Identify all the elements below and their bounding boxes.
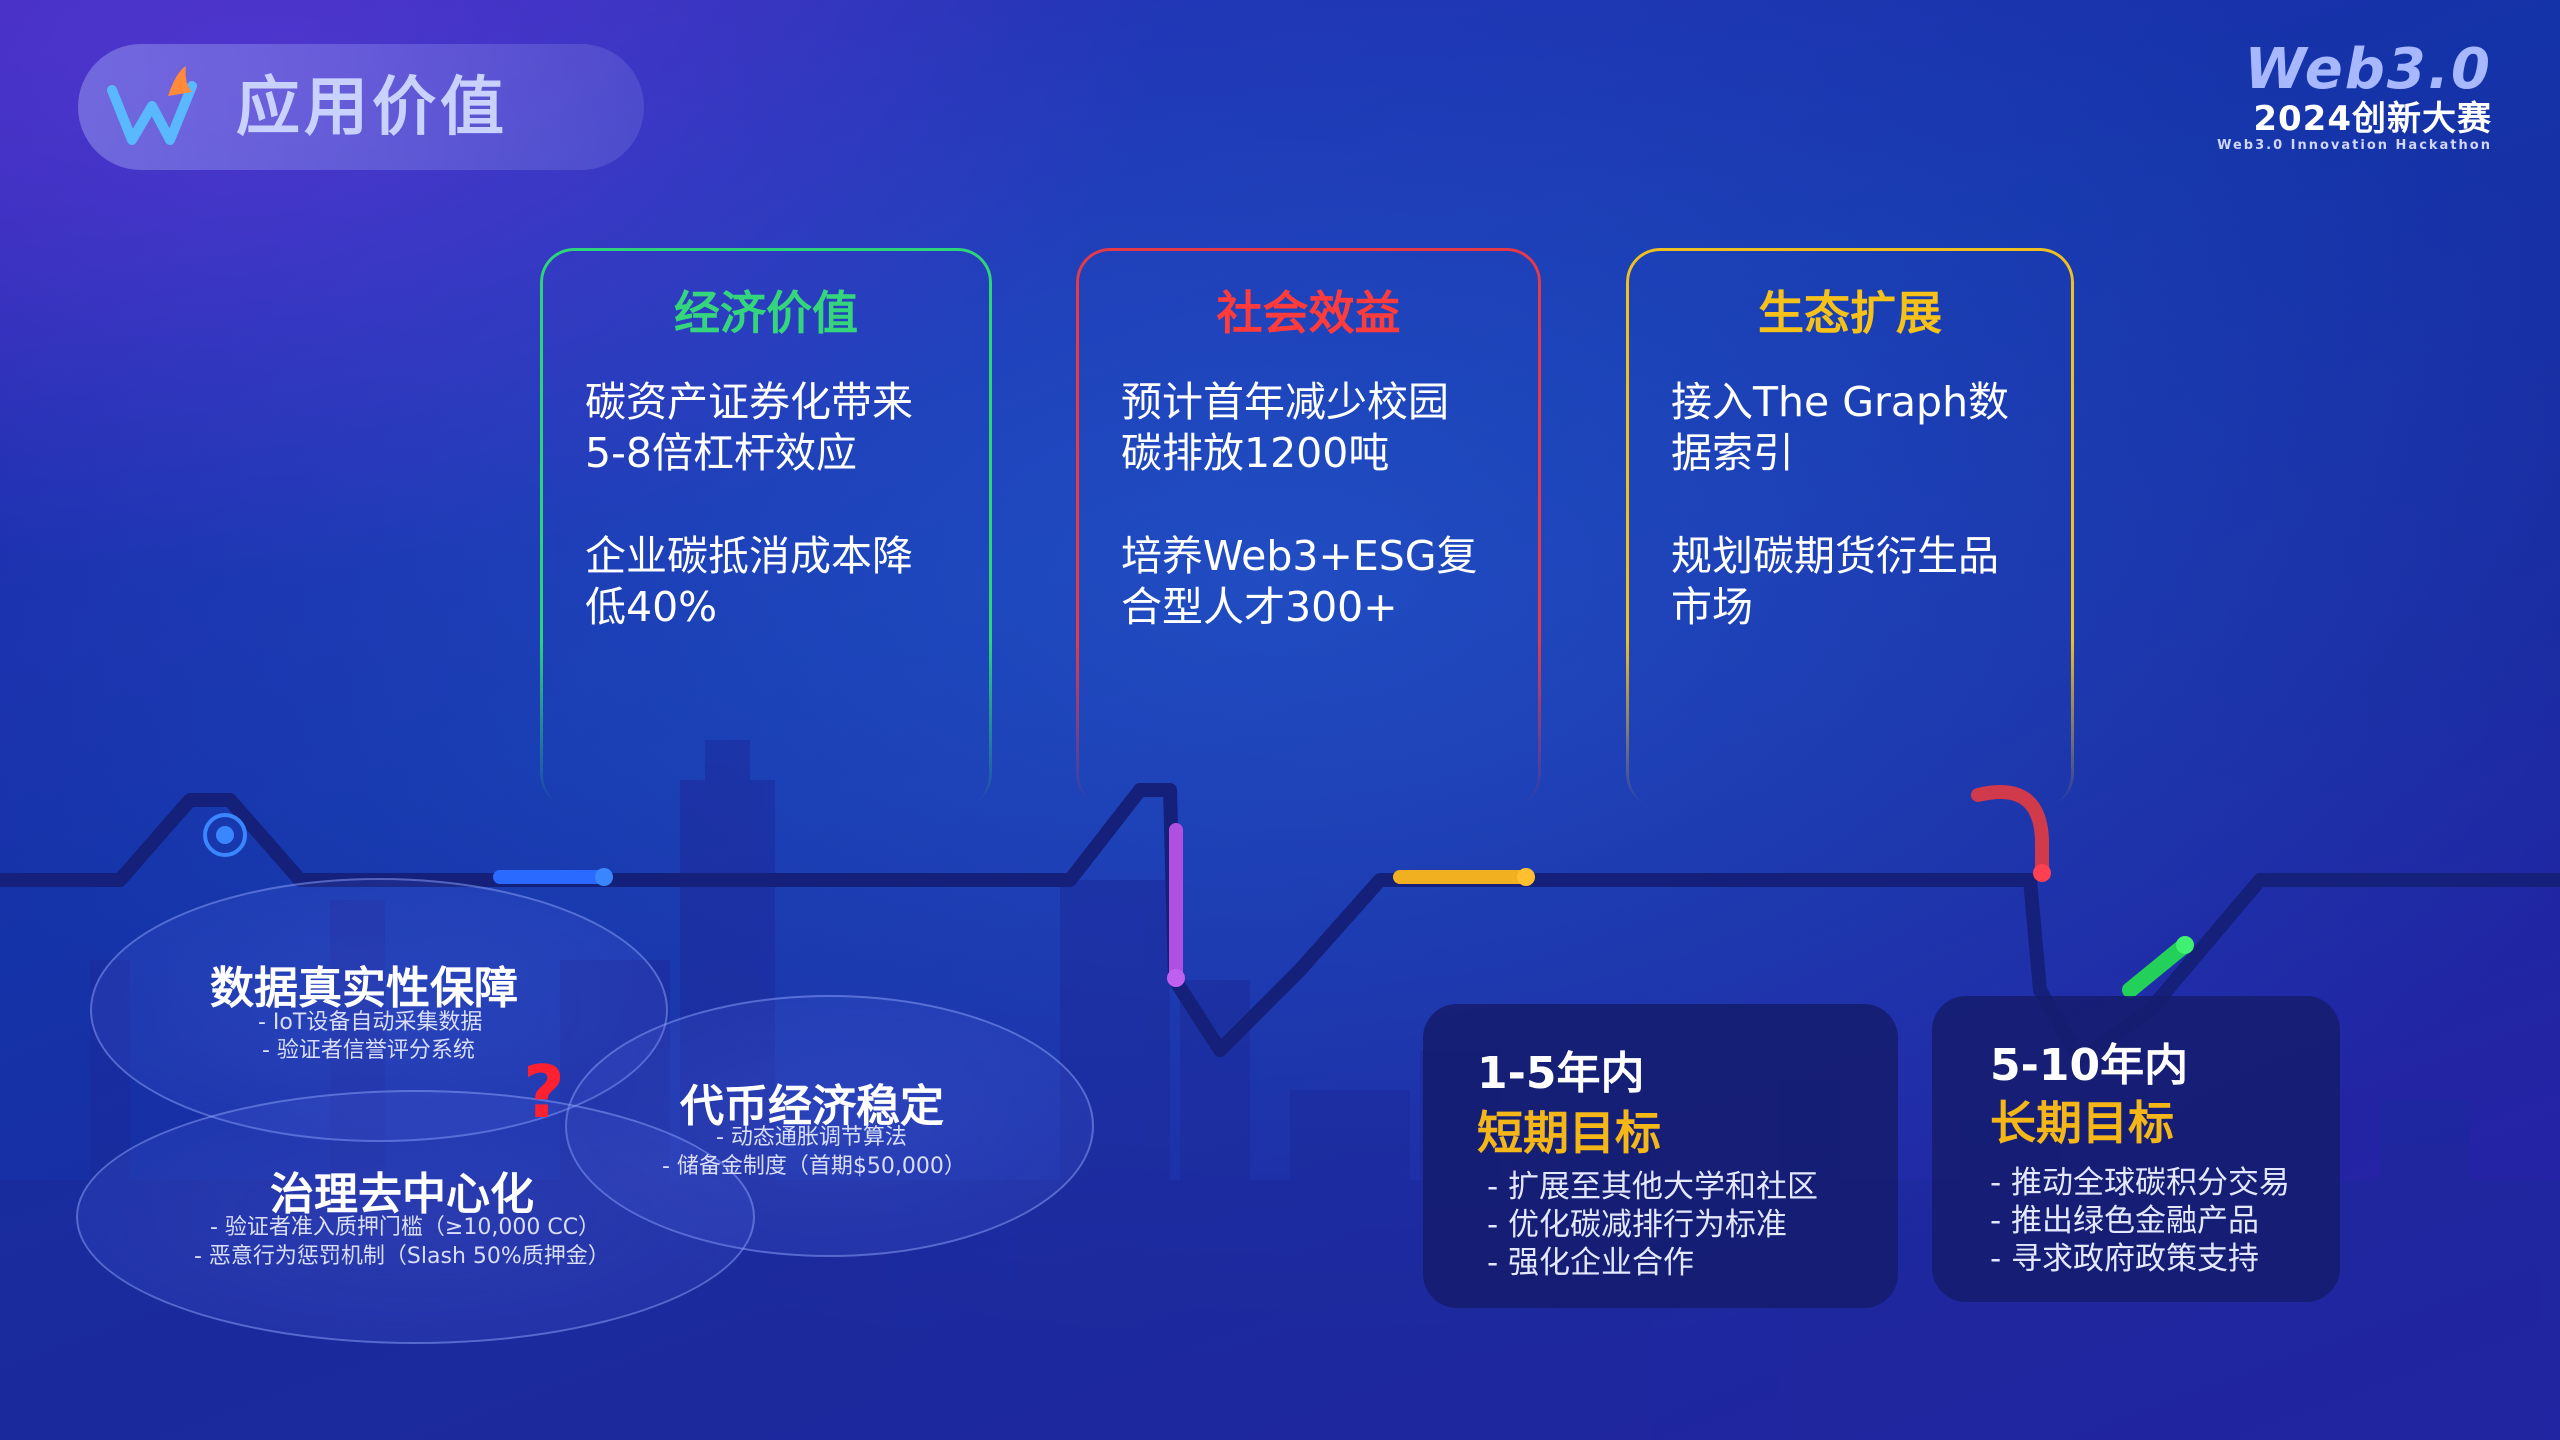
brand-year-line: 2024创新大赛 — [2253, 99, 2492, 139]
risk-title: 治理去中心化 — [270, 1169, 534, 1220]
section-title-pill: 应用价值 — [78, 44, 644, 170]
risk-item: - 储备金制度（首期$50,000） — [662, 1154, 966, 1179]
card-ecosystem-expansion: 生态扩展 接入The Graph数 据索引 规划碳期货衍生品 市场 — [1626, 248, 2074, 808]
goal-item: - 优化碳减排行为标准 — [1487, 1207, 1788, 1243]
goal-short-term: 1-5年内 短期目标 - 扩展至其他大学和社区 - 优化碳减排行为标准 - 强化… — [1423, 1004, 1898, 1308]
card-social-benefit: 社会效益 预计首年减少校园 碳排放1200吨 培养Web3+ESG复 合型人才300… — [1076, 248, 1541, 808]
card-text: 预计首年减少校园 碳排放1200吨 — [1121, 378, 1449, 477]
card-title: 经济价值 — [674, 286, 858, 340]
risk-item: - IoT设备自动采集数据 — [258, 1010, 483, 1035]
card-text: 接入The Graph数 据索引 — [1671, 378, 2010, 477]
goal-item: - 推出绿色金融产品 — [1990, 1203, 2260, 1239]
w-logo-icon — [107, 66, 197, 145]
brand-name: Web3.0 — [2244, 37, 2492, 102]
card-title: 生态扩展 — [1758, 286, 1942, 340]
goal-name: 长期目标 — [1990, 1096, 2174, 1150]
risk-item: - 恶意行为惩罚机制（Slash 50%质押金） — [194, 1244, 610, 1269]
goal-range: 1-5年内 — [1477, 1048, 1645, 1099]
goal-long-term: 5-10年内 长期目标 - 推动全球碳积分交易 - 推出绿色金融产品 - 寻求政… — [1932, 996, 2340, 1302]
risk-item: - 验证者准入质押门槛（≥10,000 CC） — [210, 1215, 601, 1240]
goal-range: 5-10年内 — [1990, 1040, 2189, 1091]
goal-item: - 寻求政府政策支持 — [1990, 1241, 2260, 1277]
card-text: 规划碳期货衍生品 市场 — [1671, 532, 1999, 631]
card-text: 企业碳抵消成本降 低40% — [585, 532, 913, 631]
goal-item: - 扩展至其他大学和社区 — [1487, 1169, 1819, 1205]
card-text: 碳资产证券化带来 5-8倍杠杆效应 — [585, 378, 913, 477]
question-mark-icon: ? — [523, 1050, 565, 1134]
risk-title: 数据真实性保障 — [210, 963, 518, 1014]
card-title: 社会效益 — [1216, 286, 1401, 340]
brand-logo: Web3.0 2024创新大赛 Web3.0 Innovation Hackat… — [2152, 37, 2492, 154]
risk-item: - 验证者信誉评分系统 — [262, 1038, 475, 1063]
goal-item: - 强化企业合作 — [1487, 1245, 1695, 1281]
target-node-icon — [203, 813, 247, 857]
risk-item: - 动态通胀调节算法 — [716, 1125, 907, 1150]
brand-subtitle: Web3.0 Innovation Hackathon — [2217, 138, 2492, 153]
card-economic-value: 经济价值 碳资产证券化带来 5-8倍杠杆效应 企业碳抵消成本降 低40% — [540, 248, 992, 808]
page-title: 应用价值 — [236, 71, 508, 145]
goal-name: 短期目标 — [1477, 1106, 1661, 1160]
goal-item: - 推动全球碳积分交易 — [1990, 1165, 2291, 1201]
card-text: 培养Web3+ESG复 合型人才300+ — [1121, 532, 1478, 631]
